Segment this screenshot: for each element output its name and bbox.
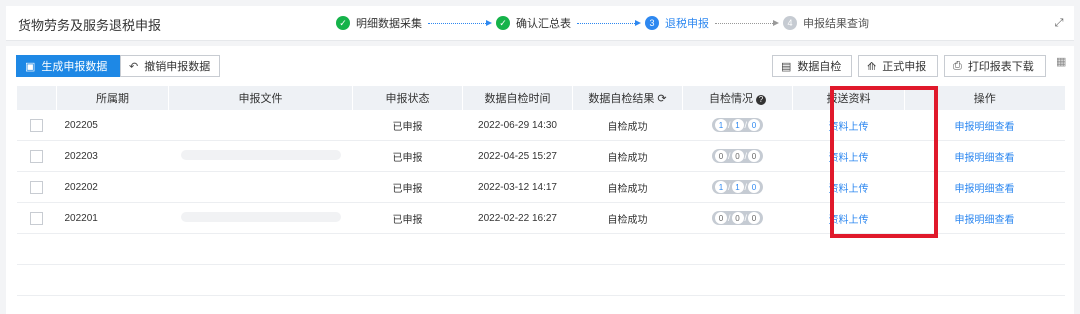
page-title: 货物劳务及服务退税申报 [18,18,162,33]
step-3-label: 退税申报 [665,18,709,30]
view-detail-link[interactable]: 申报明细查看 [955,122,1015,133]
check-result-cell: 自检成功 [572,202,683,234]
check-result-cell: 自检成功 [572,171,683,203]
generate-data-label: 生成申报数据 [41,61,108,73]
period-cell: 202205 [56,110,169,141]
count-1: 1 [714,119,727,131]
top-bar: 货物劳务及服务退税申报 ✓ 明细数据采集 ✓ 确认汇总表 3 退税申报 4 申报… [6,6,1074,41]
period-cell: 202201 [56,202,169,234]
file-cell [168,171,353,203]
revoke-data-button[interactable]: ↶ 撤销申报数据 [120,55,220,77]
highlight-box [830,86,938,238]
check-count-pill[interactable]: 1/1/0 [711,180,764,194]
file-cell [168,202,353,234]
printer-icon: ⎙ [953,59,962,72]
check-circle-icon: ✓ [496,16,510,30]
step-1[interactable]: ✓ 明细数据采集 [336,15,422,31]
step-progress: ✓ 明细数据采集 ✓ 确认汇总表 3 退税申报 4 申报结果查询 [336,15,869,31]
step-4-number: 4 [783,16,797,30]
period-cell: 202203 [56,140,169,172]
status-cell: 已申报 [352,171,463,203]
arrow-icon [428,19,492,26]
header-status[interactable]: 申报状态 [352,86,463,110]
image-icon: ▣ [25,60,36,73]
count-2: 0 [731,212,744,224]
header-check-detail[interactable]: 自检情况 ? [682,86,793,110]
header-check-result[interactable]: 数据自检结果 ⟳ [572,86,683,110]
check-count-pill[interactable]: 1/1/0 [711,118,764,132]
refresh-icon[interactable]: ⟳ [657,93,666,105]
header-check-detail-label: 自检情况 [708,93,753,105]
count-3: 0 [748,212,761,224]
formal-declare-label: 正式申报 [882,61,927,73]
check-time-cell: 2022-04-25 15:27 [462,140,573,172]
document-icon: ▤ [781,60,792,73]
row-checkbox[interactable] [30,180,43,194]
redacted-filename [180,211,341,222]
revoke-icon: ↶ [129,60,139,73]
check-detail-cell: 0/0/0 [682,140,793,172]
column-settings-icon[interactable]: ▦ [1056,56,1068,68]
data-check-button[interactable]: ▤ 数据自检 [772,55,852,77]
check-time-cell: 2022-03-12 14:17 [462,171,573,203]
print-download-button[interactable]: ⎙ 打印报表下载 [944,55,1046,77]
status-cell: 已申报 [352,202,463,234]
count-3: 0 [748,119,761,131]
step-3[interactable]: 3 退税申报 [645,15,709,31]
check-detail-cell: 1/1/0 [682,110,793,141]
help-icon[interactable]: ? [756,95,767,105]
formal-declare-button[interactable]: ⟰ 正式申报 [858,55,938,77]
check-detail-cell: 1/1/0 [682,171,793,203]
view-detail-link[interactable]: 申报明细查看 [955,184,1015,195]
row-checkbox[interactable] [30,149,43,163]
step-3-number: 3 [645,16,659,30]
empty-row [16,264,1065,296]
check-circle-icon: ✓ [336,16,350,30]
check-count-pill[interactable]: 0/0/0 [711,149,764,163]
header-file[interactable]: 申报文件 [168,86,353,110]
check-result-cell: 自检成功 [572,110,683,141]
step-2-label: 确认汇总表 [516,18,571,30]
status-cell: 已申报 [352,140,463,172]
empty-row [16,233,1065,265]
view-detail-link[interactable]: 申报明细查看 [955,215,1015,226]
arrow-icon [715,19,779,26]
count-3: 0 [748,181,761,193]
data-check-label: 数据自检 [797,61,842,73]
fullscreen-icon[interactable]: ⤢ [1052,16,1066,30]
print-download-label: 打印报表下载 [967,61,1034,73]
redacted-filename [180,149,341,160]
count-1: 1 [714,181,727,193]
check-time-cell: 2022-02-22 16:27 [462,202,573,234]
step-1-label: 明细数据采集 [356,18,422,30]
count-1: 0 [714,150,727,162]
row-checkbox[interactable] [30,118,43,132]
count-2: 1 [731,181,744,193]
status-cell: 已申报 [352,110,463,141]
file-cell [168,110,353,141]
period-cell: 202202 [56,171,169,203]
send-icon: ⟰ [867,60,877,73]
step-2[interactable]: ✓ 确认汇总表 [496,15,571,31]
count-1: 0 [714,212,727,224]
file-cell [168,140,353,172]
count-2: 0 [731,150,744,162]
check-time-cell: 2022-06-29 14:30 [462,110,573,141]
view-detail-link[interactable]: 申报明细查看 [955,153,1015,164]
count-2: 1 [731,119,744,131]
check-count-pill[interactable]: 0/0/0 [711,211,764,225]
step-4-label: 申报结果查询 [803,18,869,30]
step-4[interactable]: 4 申报结果查询 [783,15,869,31]
check-result-cell: 自检成功 [572,140,683,172]
header-check-time[interactable]: 数据自检时间 [462,86,573,110]
header-period[interactable]: 所属期 [56,86,169,110]
arrow-icon [577,19,641,26]
count-3: 0 [748,150,761,162]
check-detail-cell: 0/0/0 [682,202,793,234]
row-checkbox[interactable] [30,211,43,225]
select-header [16,86,57,110]
header-check-result-label: 数据自检结果 [588,93,655,105]
generate-data-button[interactable]: ▣ 生成申报数据 [16,55,120,77]
revoke-data-label: 撤销申报数据 [144,61,211,73]
